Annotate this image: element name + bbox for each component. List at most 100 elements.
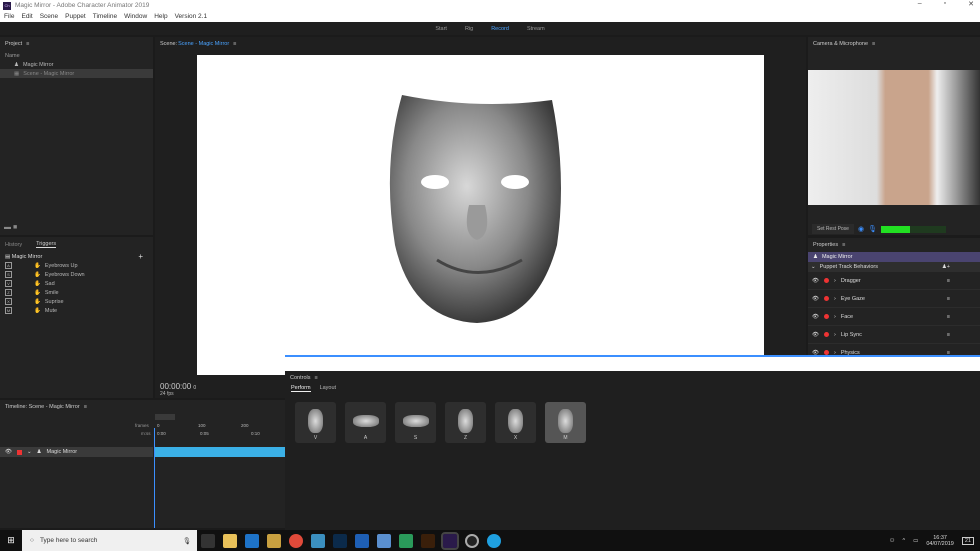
selected-puppet[interactable]: ♟ Magic Mirror bbox=[808, 252, 980, 262]
skype-icon[interactable] bbox=[487, 533, 501, 548]
behavior-row[interactable]: 👁 › Dragger ≡ bbox=[808, 272, 980, 290]
chrome-icon[interactable] bbox=[289, 533, 303, 548]
name-column-header[interactable]: Name bbox=[0, 51, 153, 60]
people-icon[interactable]: ⚇ bbox=[890, 538, 895, 544]
tab-record[interactable]: Record bbox=[491, 26, 509, 32]
trigger-control-button[interactable]: V bbox=[295, 402, 336, 443]
task-view-icon[interactable] bbox=[201, 533, 215, 548]
photoshop-icon[interactable] bbox=[333, 533, 347, 548]
trigger-control-button[interactable]: Z bbox=[445, 402, 486, 443]
record-arm-icon[interactable] bbox=[823, 332, 829, 337]
add-behavior-icon[interactable]: ♟+ bbox=[942, 264, 950, 270]
character-animator-icon[interactable] bbox=[441, 531, 459, 550]
behavior-menu-icon[interactable]: ≡ bbox=[947, 314, 950, 320]
chevron-right-icon[interactable]: › bbox=[834, 332, 836, 338]
panel-menu-icon[interactable]: ≡ bbox=[26, 41, 29, 47]
tray-chevron-icon[interactable]: ^ bbox=[903, 538, 906, 544]
trigger-control-button[interactable]: S bbox=[395, 402, 436, 443]
panel-menu-icon[interactable]: ≡ bbox=[842, 242, 845, 248]
behavior-row[interactable]: 👁 › Eye Gaze ≡ bbox=[808, 290, 980, 308]
record-arm-icon[interactable] bbox=[16, 449, 22, 455]
menu-help[interactable]: Help bbox=[154, 13, 167, 20]
trigger-item[interactable]: S ✋ Eyebrows Down bbox=[0, 270, 153, 279]
microphone-icon[interactable]: 🎙 bbox=[868, 225, 877, 233]
trigger-control-button[interactable]: X bbox=[495, 402, 536, 443]
scene-canvas[interactable] bbox=[197, 55, 764, 375]
behavior-menu-icon[interactable]: ≡ bbox=[947, 278, 950, 284]
behavior-row[interactable]: 👁 › Face ≡ bbox=[808, 308, 980, 326]
tab-perform[interactable]: Perform bbox=[291, 385, 311, 392]
menu-file[interactable]: File bbox=[4, 13, 14, 20]
camera-icon[interactable]: ◉ bbox=[858, 225, 864, 233]
tab-start[interactable]: Start bbox=[435, 26, 447, 32]
app-icon[interactable] bbox=[377, 533, 391, 548]
app-icon[interactable] bbox=[311, 533, 325, 548]
taskbar-search[interactable]: ○ Type here to search 🎙 bbox=[22, 530, 197, 551]
trigger-item[interactable]: M ✋ Mute bbox=[0, 306, 153, 315]
track-header[interactable]: 👁 ⌄ ♟ Magic Mirror bbox=[0, 447, 153, 457]
tab-triggers[interactable]: Triggers bbox=[36, 241, 57, 248]
edge-icon[interactable] bbox=[245, 533, 259, 548]
track-bar[interactable] bbox=[155, 447, 285, 457]
app-icon[interactable] bbox=[267, 533, 281, 548]
behaviors-group[interactable]: ⌄ Puppet Track Behaviors ♟+ bbox=[808, 262, 980, 272]
chevron-right-icon[interactable]: › bbox=[834, 296, 836, 302]
eye-icon[interactable]: 👁 bbox=[5, 449, 12, 455]
trigger-item[interactable]: V ✋ Sad bbox=[0, 279, 153, 288]
behavior-row[interactable]: 👁 › Lip Sync ≡ bbox=[808, 326, 980, 344]
panel-menu-icon[interactable]: ≡ bbox=[233, 41, 236, 47]
file-explorer-icon[interactable] bbox=[223, 533, 237, 548]
panel-menu-icon[interactable]: ≡ bbox=[872, 41, 875, 47]
eye-icon[interactable]: 👁 bbox=[812, 296, 819, 302]
tab-layout[interactable]: Layout bbox=[320, 385, 337, 392]
trigger-control-button[interactable]: M bbox=[545, 402, 586, 443]
clock-date[interactable]: 04/07/2019 bbox=[926, 541, 954, 547]
mask-puppet[interactable] bbox=[197, 55, 764, 375]
cortana-icon[interactable] bbox=[465, 533, 479, 548]
menu-timeline[interactable]: Timeline bbox=[93, 13, 117, 20]
project-item-scene[interactable]: ▦ Scene - Magic Mirror bbox=[0, 69, 153, 78]
minimize-button[interactable]: – bbox=[918, 0, 922, 8]
menu-window[interactable]: Window bbox=[124, 13, 147, 20]
eye-icon[interactable]: 👁 bbox=[812, 332, 819, 338]
menu-puppet[interactable]: Puppet bbox=[65, 13, 86, 20]
menu-version[interactable]: Version 2.1 bbox=[175, 13, 208, 20]
trigger-item[interactable]: Z ✋ Smile bbox=[0, 288, 153, 297]
new-folder-icon[interactable]: ▬ ■ bbox=[4, 224, 17, 231]
notifications-badge[interactable]: 21 bbox=[961, 536, 974, 545]
record-arm-icon[interactable] bbox=[823, 314, 829, 319]
close-button[interactable]: ✕ bbox=[968, 0, 974, 8]
illustrator-icon[interactable] bbox=[421, 533, 435, 548]
playhead[interactable] bbox=[154, 428, 155, 528]
tab-rig[interactable]: Rig bbox=[465, 26, 473, 32]
network-icon[interactable]: ▭ bbox=[913, 538, 918, 544]
trigger-item[interactable]: X ✋ Suprise bbox=[0, 297, 153, 306]
behavior-menu-icon[interactable]: ≡ bbox=[947, 332, 950, 338]
trigger-control-button[interactable]: A bbox=[345, 402, 386, 443]
behavior-row[interactable]: 👁 › Physics ≡ bbox=[808, 344, 980, 355]
windows-start-button[interactable]: ⊞ bbox=[0, 535, 22, 546]
maximize-button[interactable]: ▫ bbox=[944, 0, 946, 8]
project-item-puppet[interactable]: ♟ Magic Mirror bbox=[0, 60, 153, 69]
panel-menu-icon[interactable]: ≡ bbox=[84, 404, 87, 410]
eye-icon[interactable]: 👁 bbox=[812, 278, 819, 284]
eye-icon[interactable]: 👁 bbox=[812, 314, 819, 320]
record-arm-icon[interactable] bbox=[823, 278, 829, 283]
record-arm-icon[interactable] bbox=[823, 296, 829, 301]
trigger-item[interactable]: A ✋ Eyebrows Up bbox=[0, 261, 153, 270]
outlook-icon[interactable] bbox=[355, 533, 369, 548]
menu-scene[interactable]: Scene bbox=[40, 13, 58, 20]
tab-history[interactable]: History bbox=[5, 242, 22, 248]
behavior-menu-icon[interactable]: ≡ bbox=[947, 296, 950, 302]
tab-stream[interactable]: Stream bbox=[527, 26, 545, 32]
add-trigger-button[interactable]: + bbox=[138, 252, 143, 261]
chevron-right-icon[interactable]: › bbox=[834, 278, 836, 284]
zoom-scrollbar[interactable] bbox=[155, 414, 175, 420]
scene-name[interactable]: Scene - Magic Mirror bbox=[178, 41, 229, 47]
store-icon[interactable] bbox=[399, 533, 413, 548]
menu-edit[interactable]: Edit bbox=[21, 13, 32, 20]
microphone-icon[interactable]: 🎙 bbox=[183, 537, 191, 545]
panel-menu-icon[interactable]: ≡ bbox=[314, 375, 317, 381]
set-rest-pose-button[interactable]: Set Rest Pose bbox=[812, 224, 854, 234]
chevron-right-icon[interactable]: › bbox=[834, 314, 836, 320]
